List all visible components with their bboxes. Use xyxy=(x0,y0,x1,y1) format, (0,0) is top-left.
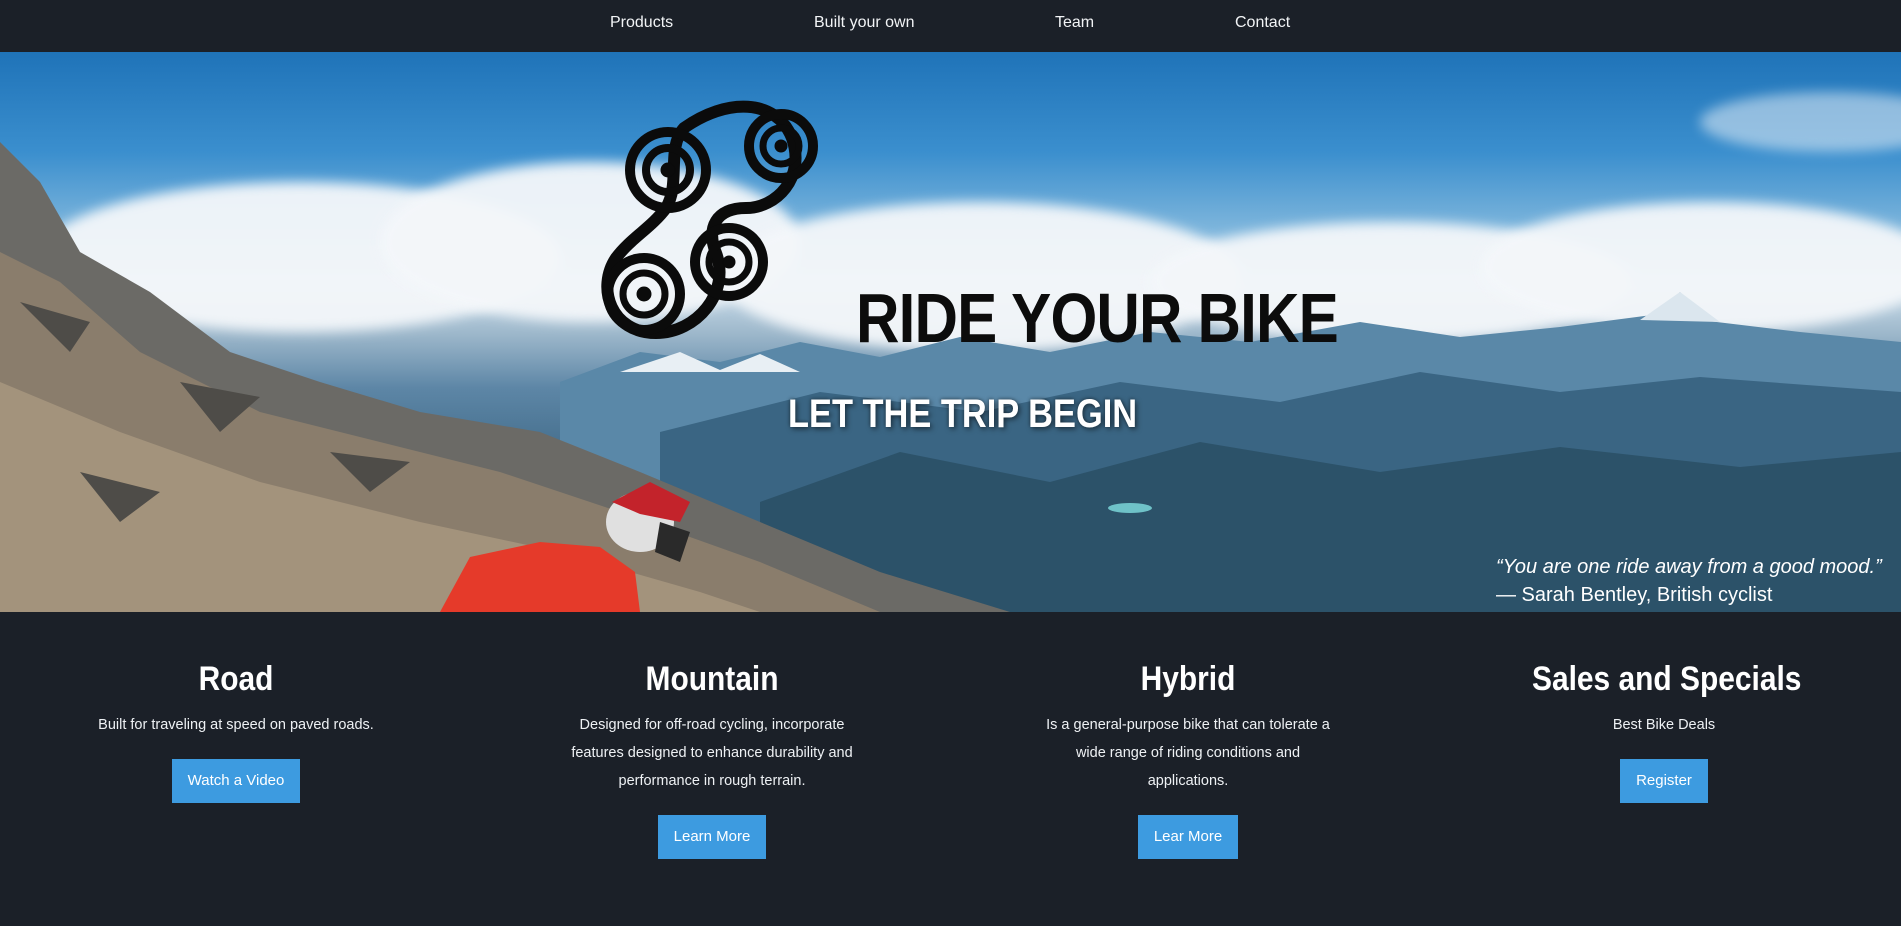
category-description: Best Bike Deals xyxy=(1612,717,1716,733)
top-nav: Products Built your own Team Contact xyxy=(0,0,1901,52)
nav-built-your-own[interactable]: Built your own xyxy=(814,14,915,32)
hero-subtitle: LET THE TRIP BEGIN xyxy=(788,392,1138,436)
category-road: Road Built for traveling at speed on pav… xyxy=(86,660,386,803)
category-description: Built for traveling at speed on paved ro… xyxy=(98,717,374,733)
hero-title: RIDE YOUR BIKE xyxy=(856,279,1339,357)
hero-banner: RIDE YOUR BIKE LET THE TRIP BEGIN “You a… xyxy=(0,52,1901,612)
category-title: Sales and Specials xyxy=(1532,660,1802,698)
category-hybrid: Hybrid Is a general-purpose bike that ca… xyxy=(1038,660,1338,859)
lear-more-button[interactable]: Lear More xyxy=(1137,815,1239,859)
category-sales: Sales and Specials Best Bike Deals Regis… xyxy=(1514,660,1814,803)
hero-quote-author: — Sarah Bentley, British cyclist xyxy=(1496,584,1773,606)
category-mountain: Mountain Designed for off-road cycling, … xyxy=(562,660,862,859)
learn-more-button[interactable]: Learn More xyxy=(657,815,767,859)
category-description: Designed for off-road cycling, incorpora… xyxy=(571,717,853,789)
nav-products[interactable]: Products xyxy=(610,14,673,32)
watch-video-button[interactable]: Watch a Video xyxy=(171,759,301,803)
category-title: Road xyxy=(198,660,274,698)
category-title: Hybrid xyxy=(1140,660,1236,698)
category-title: Mountain xyxy=(645,660,779,698)
nav-contact[interactable]: Contact xyxy=(1235,14,1290,32)
register-button[interactable]: Register xyxy=(1620,759,1708,803)
hero-quote: “You are one ride away from a good mood.… xyxy=(1496,556,1882,578)
category-description: Is a general-purpose bike that can toler… xyxy=(1046,717,1330,789)
nav-team[interactable]: Team xyxy=(1055,14,1094,32)
bike-chain-icon xyxy=(601,100,818,340)
